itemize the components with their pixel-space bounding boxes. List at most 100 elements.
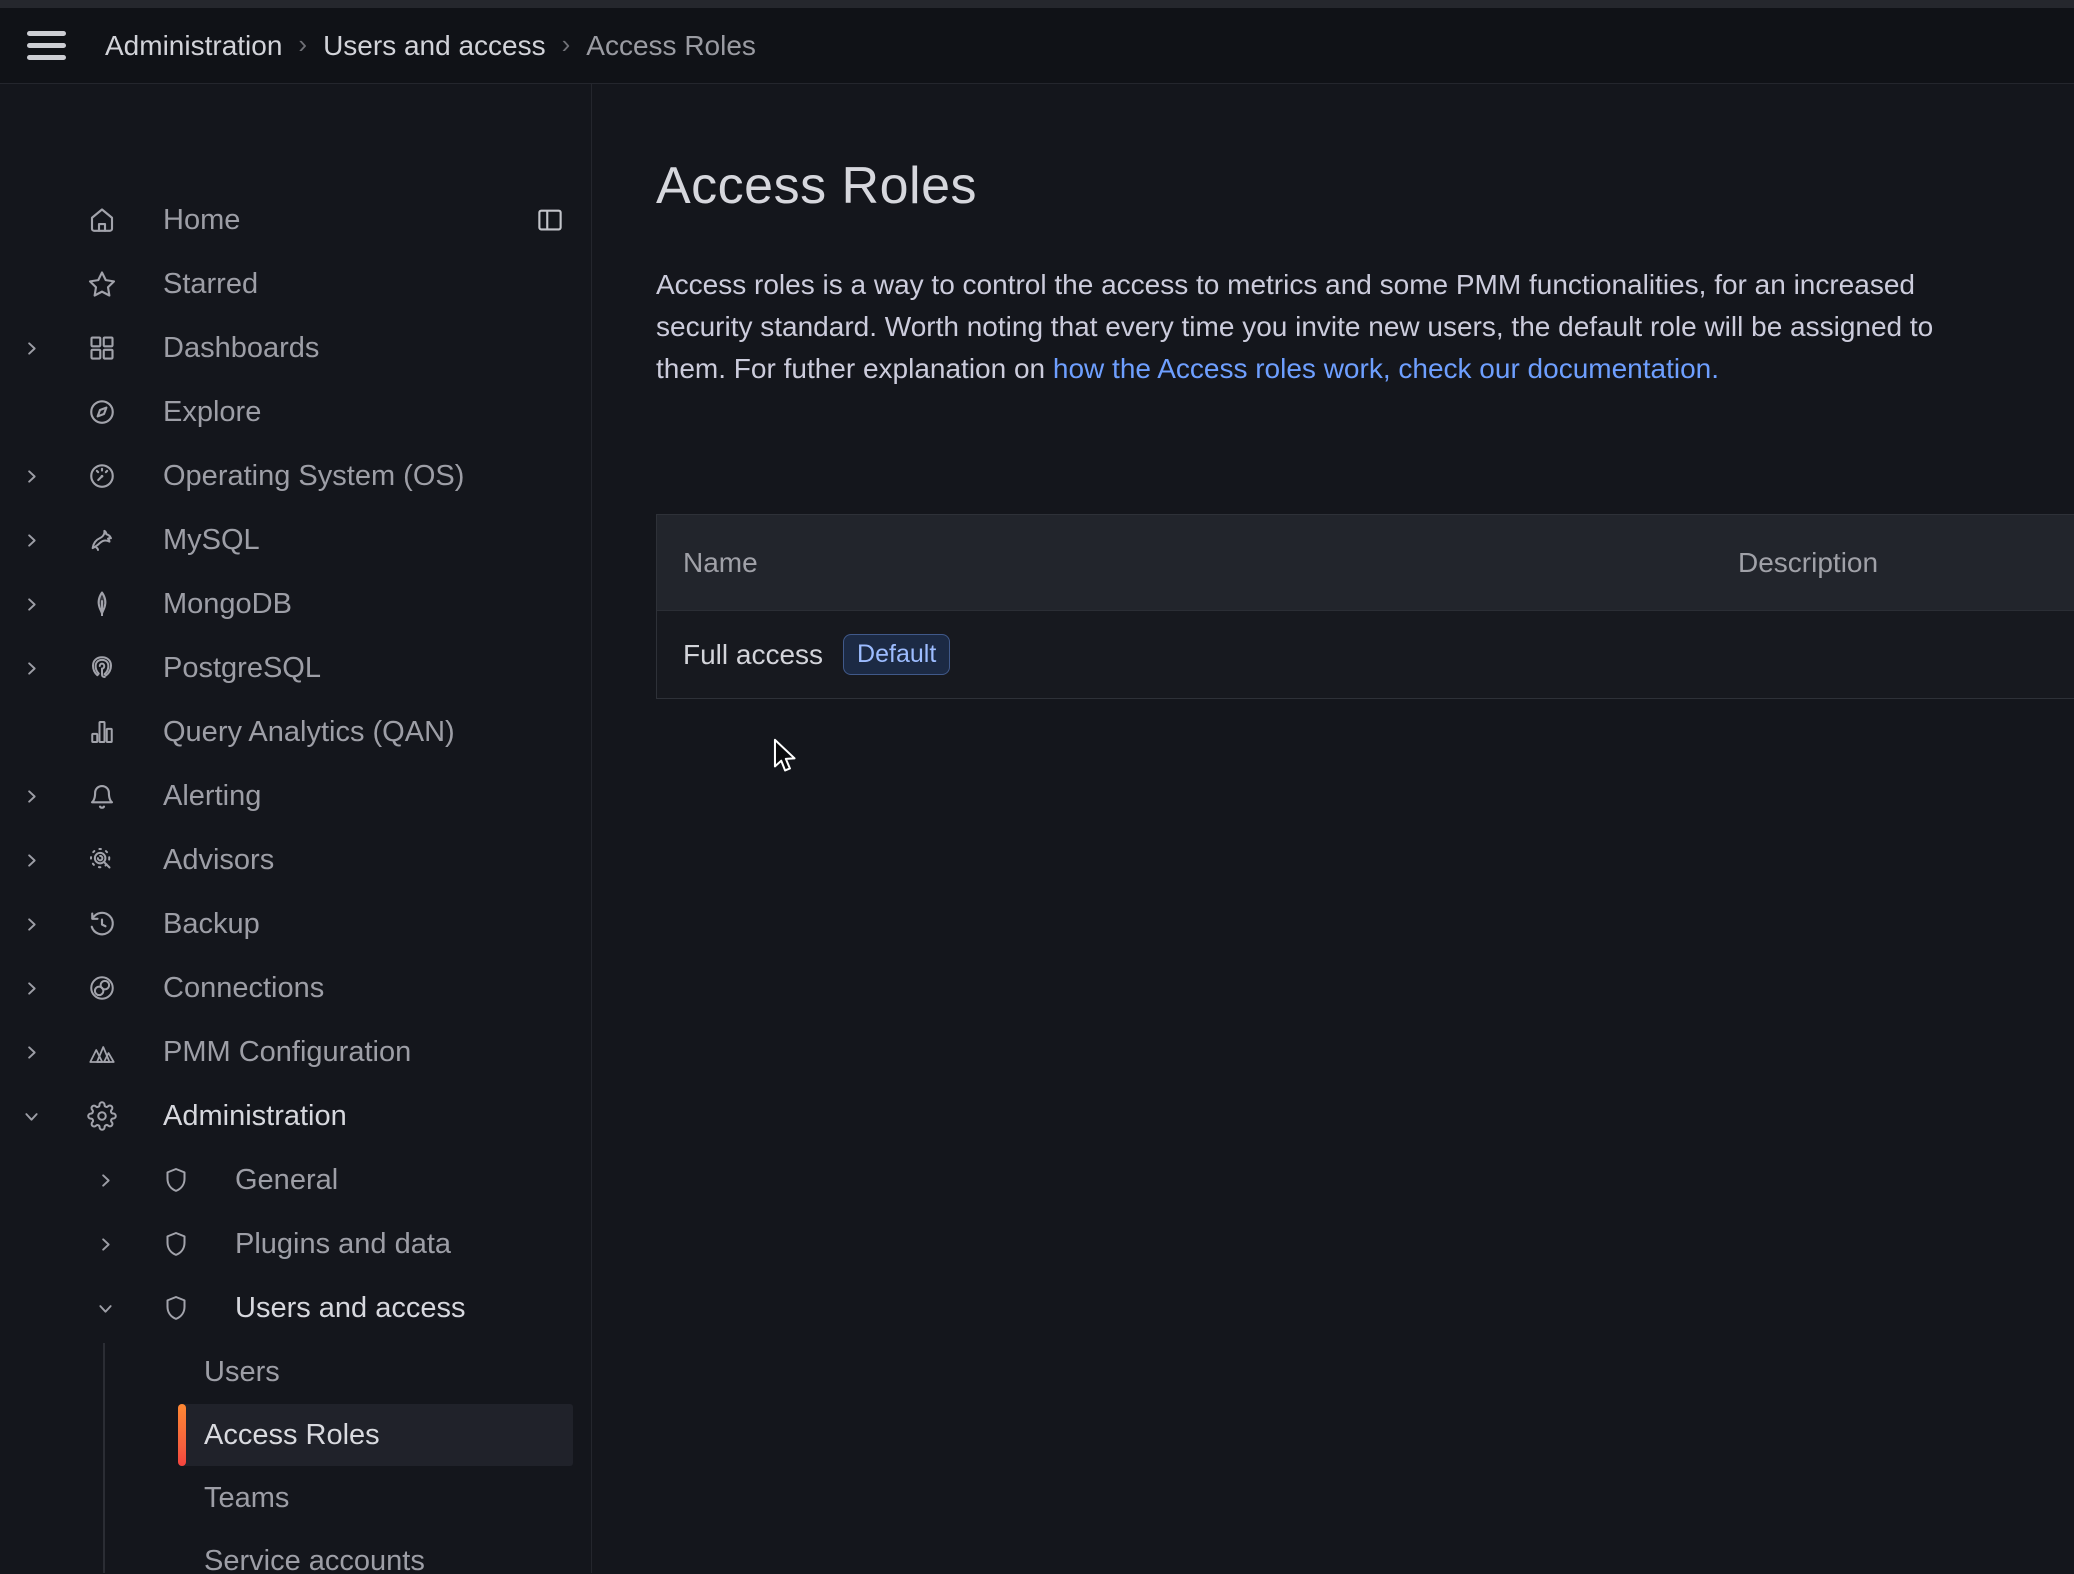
hamburger-icon bbox=[27, 31, 66, 36]
chevron-right-icon bbox=[90, 1235, 120, 1254]
window-top-strip bbox=[0, 0, 2074, 8]
sidebar-item-label: Plugins and data bbox=[235, 1228, 451, 1261]
sidebar-item-label: PMM Configuration bbox=[163, 1036, 411, 1069]
sidebar-item-postgresql[interactable]: PostgreSQL bbox=[0, 636, 591, 700]
sidebar-item-label: MySQL bbox=[163, 524, 260, 557]
sidebar-item-administration[interactable]: Administration bbox=[0, 1084, 591, 1148]
mysql-dolphin-icon bbox=[86, 524, 118, 556]
chevron-right-icon bbox=[16, 1043, 46, 1062]
sidebar-item-label: Advisors bbox=[163, 844, 274, 877]
breadcrumb-administration[interactable]: Administration bbox=[105, 30, 282, 62]
sidebar-item-users-and-access[interactable]: Users and access bbox=[0, 1276, 591, 1340]
mongodb-leaf-icon bbox=[86, 588, 118, 620]
sidebar-item-label: Users bbox=[204, 1356, 280, 1389]
chevron-right-icon bbox=[16, 787, 46, 806]
sidebar-item-label: Backup bbox=[163, 908, 260, 941]
sidebar-item-pmm-configuration[interactable]: PMM Configuration bbox=[0, 1020, 591, 1084]
breadcrumb-users-and-access[interactable]: Users and access bbox=[323, 30, 546, 62]
sidebar-item-starred[interactable]: Starred bbox=[0, 252, 591, 316]
chevron-right-icon bbox=[16, 467, 46, 486]
dashboards-grid-icon bbox=[86, 332, 118, 364]
sidebar-item-label: Explore bbox=[163, 396, 261, 429]
shield-icon bbox=[160, 1164, 192, 1196]
star-icon bbox=[86, 268, 118, 300]
sidebar-item-mongodb[interactable]: MongoDB bbox=[0, 572, 591, 636]
chevron-right-icon bbox=[16, 531, 46, 550]
chevron-right-icon bbox=[16, 659, 46, 678]
shield-icon bbox=[160, 1292, 192, 1324]
main-content: Access Roles Access roles is a way to co… bbox=[592, 84, 2074, 1573]
page-description: Access roles is a way to control the acc… bbox=[656, 264, 2074, 390]
sidebar-item-label: Query Analytics (QAN) bbox=[163, 716, 455, 749]
gauge-icon bbox=[86, 460, 118, 492]
sidebar-item-advisors[interactable]: Advisors bbox=[0, 828, 591, 892]
sidebar-item-label: Users and access bbox=[235, 1292, 466, 1325]
sidebar-item-label: Starred bbox=[163, 268, 258, 301]
sidebar-item-access-roles[interactable]: Access Roles bbox=[178, 1404, 573, 1466]
page-title: Access Roles bbox=[656, 156, 2074, 216]
sidebar-item-label: MongoDB bbox=[163, 588, 292, 621]
sidebar-item-teams[interactable]: Teams bbox=[178, 1467, 573, 1529]
chevron-right-icon bbox=[16, 851, 46, 870]
sidebar-item-mysql[interactable]: MySQL bbox=[0, 508, 591, 572]
sidebar-item-label: General bbox=[235, 1164, 338, 1197]
advisors-magnifier-icon bbox=[86, 844, 118, 876]
table-row[interactable]: Full access Default bbox=[657, 611, 2074, 698]
chevron-right-icon bbox=[16, 915, 46, 934]
chevron-down-icon bbox=[90, 1299, 120, 1318]
sidebar-item-label: Connections bbox=[163, 972, 324, 1005]
breadcrumb-access-roles: Access Roles bbox=[586, 30, 756, 62]
role-name-cell: Full access Default bbox=[657, 634, 1712, 675]
chevron-right-icon bbox=[90, 1171, 120, 1190]
chevron-right-icon bbox=[16, 339, 46, 358]
shield-icon bbox=[160, 1228, 192, 1260]
access-roles-table: Name Description Full access Default bbox=[656, 514, 2074, 699]
column-header-name: Name bbox=[657, 547, 1712, 579]
role-name: Full access bbox=[683, 639, 823, 671]
connections-link-icon bbox=[86, 972, 118, 1004]
sidebar-item-explore[interactable]: Explore bbox=[0, 380, 591, 444]
breadcrumb-separator-icon: › bbox=[298, 29, 307, 60]
sidebar-item-label: Teams bbox=[204, 1482, 289, 1515]
sidebar-item-query-analytics[interactable]: Query Analytics (QAN) bbox=[0, 700, 591, 764]
sidebar-item-label: Operating System (OS) bbox=[163, 460, 464, 493]
sidebar-item-backup[interactable]: Backup bbox=[0, 892, 591, 956]
sidebar-item-label: PostgreSQL bbox=[163, 652, 321, 685]
table-header-row: Name Description bbox=[657, 515, 2074, 611]
backup-history-icon bbox=[86, 908, 118, 940]
breadcrumb: Administration › Users and access › Acce… bbox=[105, 30, 756, 62]
bell-icon bbox=[86, 780, 118, 812]
sidebar-item-plugins-and-data[interactable]: Plugins and data bbox=[0, 1212, 591, 1276]
menu-toggle-button[interactable] bbox=[27, 29, 67, 63]
sidebar-item-operating-system[interactable]: Operating System (OS) bbox=[0, 444, 591, 508]
sidebar-item-service-accounts[interactable]: Service accounts bbox=[178, 1530, 573, 1573]
sidebar-item-label: Home bbox=[163, 204, 240, 237]
sidebar-item-connections[interactable]: Connections bbox=[0, 956, 591, 1020]
sidebar-item-label: Dashboards bbox=[163, 332, 319, 365]
top-navigation-bar: Administration › Users and access › Acce… bbox=[0, 8, 2074, 84]
column-header-description: Description bbox=[1712, 547, 2074, 579]
sidebar-item-alerting[interactable]: Alerting bbox=[0, 764, 591, 828]
home-icon bbox=[86, 204, 118, 236]
users-and-access-submenu: Users Access Roles Teams Service account… bbox=[0, 1341, 591, 1573]
bar-chart-icon bbox=[86, 716, 118, 748]
sidebar-item-users[interactable]: Users bbox=[178, 1341, 573, 1403]
sidebar-navigation: Home Starred Dashboards bbox=[0, 84, 592, 1573]
default-badge: Default bbox=[843, 634, 950, 675]
gear-icon bbox=[86, 1100, 118, 1132]
sidebar-item-label: Administration bbox=[163, 1100, 347, 1133]
sidebar-item-dashboards[interactable]: Dashboards bbox=[0, 316, 591, 380]
sidebar-item-label: Service accounts bbox=[204, 1545, 425, 1574]
sidebar-item-home[interactable]: Home bbox=[0, 188, 591, 252]
sidebar-item-general[interactable]: General bbox=[0, 1148, 591, 1212]
postgresql-elephant-icon bbox=[86, 652, 118, 684]
documentation-link[interactable]: how the Access roles work, check our doc… bbox=[1053, 353, 1719, 384]
chevron-right-icon bbox=[16, 979, 46, 998]
breadcrumb-separator-icon: › bbox=[562, 29, 571, 60]
dock-sidebar-icon[interactable] bbox=[535, 205, 565, 235]
sidebar-item-label: Alerting bbox=[163, 780, 261, 813]
chevron-down-icon bbox=[16, 1107, 46, 1126]
chevron-right-icon bbox=[16, 595, 46, 614]
sidebar-item-label: Access Roles bbox=[204, 1419, 380, 1452]
mountains-icon bbox=[86, 1036, 118, 1068]
